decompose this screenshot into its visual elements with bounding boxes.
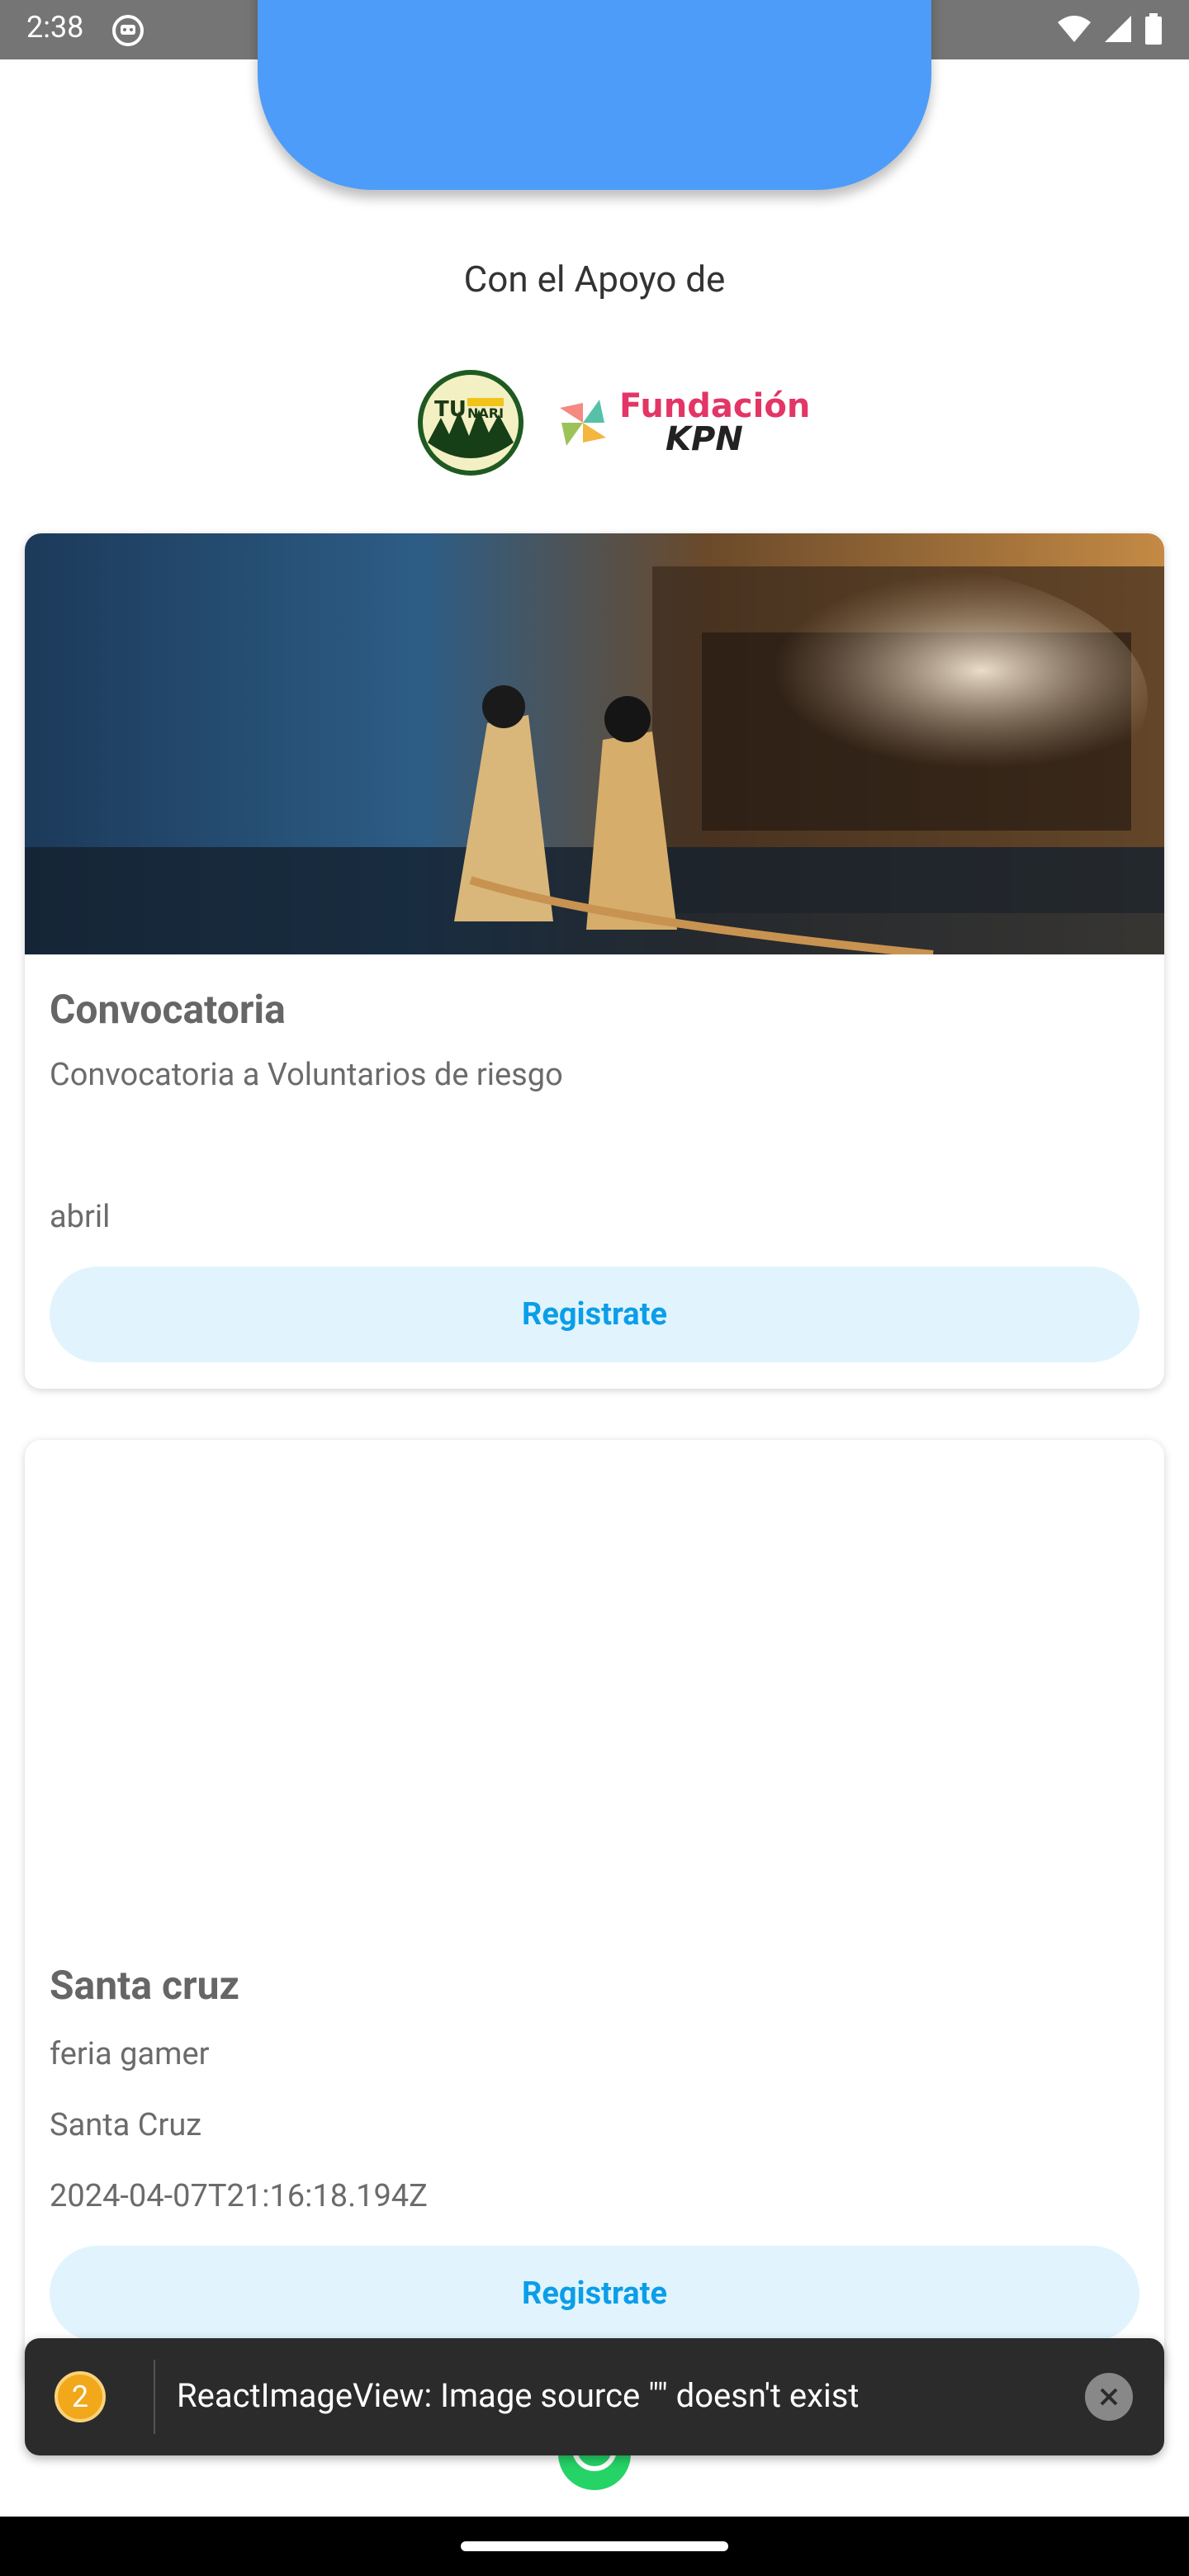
register-button[interactable]: Registrate — [50, 1267, 1139, 1362]
toast-close-button[interactable] — [1085, 2373, 1133, 2421]
toast-message: ReactImageView: Image source "" doesn't … — [177, 2376, 860, 2415]
home-gesture-handle[interactable] — [461, 2541, 728, 2551]
system-nav-bar — [0, 2517, 1189, 2576]
firefighters-photo — [25, 533, 1164, 954]
card-title: Santa cruz — [50, 1962, 239, 2009]
signal-icon — [1105, 16, 1131, 42]
kpn-logo-line1: Fundación — [619, 387, 811, 425]
card-date: 2024-04-07T21:16:18.194Z — [50, 2178, 428, 2214]
card-location: Santa Cruz — [50, 2107, 202, 2143]
card-description: feria gamer — [50, 2036, 210, 2072]
sponsor-logos: TU NARI Fundación KPN — [416, 368, 810, 477]
app-screen: 2:38 Con el Apoyo de TU NARI Fundación K… — [0, 0, 1189, 2576]
card-date: abril — [50, 1199, 111, 1235]
top-action-button[interactable] — [258, 0, 931, 190]
battery-icon — [1145, 13, 1162, 45]
tunari-logo: TU NARI — [418, 370, 523, 476]
event-card[interactable]: Santa cruz feria gamer Santa Cruz 2024-0… — [25, 1440, 1164, 2389]
support-title: Con el Apoyo de — [463, 258, 726, 301]
toast-divider — [154, 2360, 155, 2434]
toast-count-badge: 2 — [54, 2371, 106, 2422]
close-icon — [1100, 2388, 1118, 2406]
event-card[interactable]: Convocatoria Convocatoria a Voluntarios … — [25, 533, 1164, 1389]
error-toast[interactable]: 2 ReactImageView: Image source "" doesn'… — [25, 2338, 1164, 2455]
card-title: Convocatoria — [50, 986, 286, 1033]
app-notification-icon — [112, 15, 144, 46]
kpn-logo-line2: KPN — [666, 420, 743, 458]
pinwheel-icon — [560, 400, 606, 446]
svg-text:TU: TU — [434, 397, 467, 422]
wifi-icon — [1058, 16, 1091, 42]
fundacion-kpn-logo: Fundación KPN — [552, 390, 810, 456]
status-icons — [1057, 13, 1163, 45]
status-time: 2:38 — [26, 10, 84, 45]
register-button[interactable]: Registrate — [50, 2246, 1139, 2342]
card-description: Convocatoria a Voluntarios de riesgo — [50, 1057, 563, 1093]
svg-text:NARI: NARI — [467, 405, 504, 421]
card-image-placeholder — [25, 1440, 1164, 1886]
